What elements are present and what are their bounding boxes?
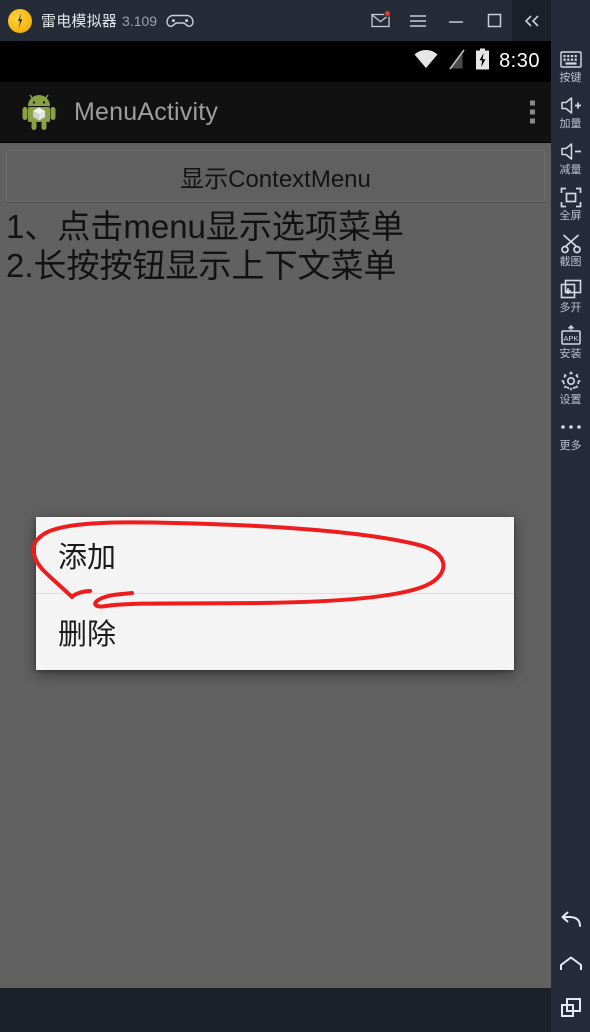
sidebar-item-settings[interactable]: 设置 — [551, 363, 590, 409]
volume-up-icon — [559, 93, 583, 117]
android-status-bar: 8:30 — [0, 41, 551, 82]
no-sim-signal-icon — [448, 49, 466, 75]
recents-button[interactable] — [559, 994, 583, 1022]
sidebar-item-more[interactable]: 更多 — [551, 409, 590, 455]
apk-install-icon: APK — [559, 323, 583, 347]
sidebar-navigation-buttons — [551, 906, 590, 1032]
volume-down-icon — [559, 139, 583, 163]
show-context-menu-button[interactable]: 显示ContextMenu — [6, 150, 545, 202]
sidebar-item-fullscreen[interactable]: 全屏 — [551, 179, 590, 225]
sidebar-label: 多开 — [559, 302, 582, 314]
android-screen: 8:30 MenuActivity 显示ContextMenu 1、点击menu… — [0, 41, 551, 988]
sidebar-label: 截图 — [559, 256, 582, 268]
collapse-sidebar-button[interactable] — [512, 0, 551, 41]
hint-text-block: 1、点击menu显示选项菜单 2.长按按钮显示上下文菜单 — [6, 208, 545, 286]
scissors-screenshot-icon — [560, 231, 582, 255]
app-version: 3.109 — [122, 12, 158, 29]
context-menu-item-add[interactable]: 添加 — [36, 517, 514, 593]
emulator-sidebar: 按键 加量 减量 全屏 截图 多开 APK 安装 设置 更多 — [551, 0, 590, 1032]
mail-badge — [384, 10, 391, 17]
hamburger-menu-icon[interactable] — [399, 0, 437, 41]
sidebar-item-volume-up[interactable]: 加量 — [551, 87, 590, 133]
sidebar-label: 按键 — [559, 72, 582, 84]
page-title: MenuActivity — [74, 97, 219, 126]
window-bottom-edge — [0, 988, 551, 1032]
sidebar-label: 减量 — [559, 164, 582, 176]
minimize-button[interactable] — [437, 0, 475, 41]
svg-text:APK: APK — [563, 334, 578, 343]
window-titlebar: 雷电模拟器 3.109 — [0, 0, 551, 41]
context-menu-popup: 添加 删除 — [36, 517, 514, 670]
sidebar-item-install-apk[interactable]: APK 安装 — [551, 317, 590, 363]
mail-button[interactable] — [361, 0, 399, 41]
wifi-icon — [413, 49, 439, 74]
sidebar-label: 加量 — [559, 118, 582, 130]
sidebar-label: 更多 — [559, 440, 582, 452]
activity-content: 显示ContextMenu 1、点击menu显示选项菜单 2.长按按钮显示上下文… — [0, 143, 551, 286]
hint-line-1: 1、点击menu显示选项菜单 — [6, 208, 404, 245]
app-name: 雷电模拟器 — [41, 13, 118, 30]
sidebar-item-volume-down[interactable]: 减量 — [551, 133, 590, 179]
ldplayer-emulator-window: 雷电模拟器 3.109 8:30 MenuActivity 显示ContextM… — [0, 0, 590, 1032]
keyboard-icon — [559, 47, 582, 71]
battery-charging-icon — [475, 48, 490, 75]
fullscreen-icon — [560, 185, 582, 209]
maximize-button[interactable] — [475, 0, 513, 41]
android-robot-icon — [22, 93, 56, 131]
ldplayer-logo-icon — [8, 8, 32, 33]
context-menu-item-delete[interactable]: 删除 — [36, 594, 514, 670]
sidebar-label: 全屏 — [559, 210, 582, 222]
gear-settings-icon — [560, 369, 582, 393]
gamepad-icon[interactable] — [165, 12, 195, 30]
home-button[interactable] — [559, 950, 583, 978]
back-button[interactable] — [559, 906, 583, 934]
multi-instance-icon — [560, 277, 582, 301]
sidebar-item-multi-instance[interactable]: 多开 — [551, 271, 590, 317]
sidebar-item-keyboard[interactable]: 按键 — [551, 41, 590, 87]
sidebar-item-screenshot[interactable]: 截图 — [551, 225, 590, 271]
status-clock: 8:30 — [499, 50, 540, 72]
app-action-bar: MenuActivity — [0, 82, 551, 143]
hint-line-2: 2.长按按钮显示上下文菜单 — [6, 246, 397, 284]
sidebar-label: 安装 — [559, 348, 582, 360]
overflow-menu-icon[interactable] — [530, 100, 535, 124]
more-dots-icon — [560, 415, 582, 439]
sidebar-label: 设置 — [559, 394, 582, 406]
